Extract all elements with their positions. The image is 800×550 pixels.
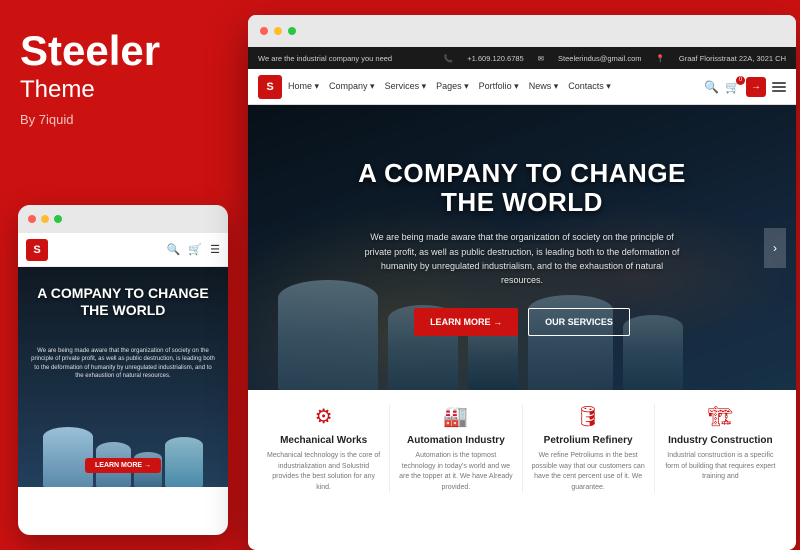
info-tagline: We are the industrial company you need: [258, 54, 428, 63]
mobile-cart-icon: 🛒: [188, 243, 202, 256]
mobile-search-icon: 🔍: [167, 243, 181, 256]
nav-pages[interactable]: Pages ▾: [436, 81, 469, 92]
dot-green: [54, 215, 62, 223]
brand-subtitle: Theme: [20, 76, 220, 104]
nav-home[interactable]: Home ▾: [288, 81, 319, 92]
nav-news[interactable]: News ▾: [529, 81, 559, 92]
address: Graaf Florisstraat 22A, 3021 CH: [679, 54, 786, 63]
left-panel: Steeler Theme By 7iquid S 🔍 🛒 ☰: [0, 0, 240, 550]
construction-desc: Industrial construction is a specific fo…: [663, 451, 778, 483]
email-address: Steelerindus@gmail.com: [558, 54, 641, 63]
automation-desc: Automation is the topmost technology in …: [398, 451, 513, 493]
construction-title: Industry Construction: [663, 435, 778, 446]
hero-content: A COMPANY TO CHANGETHE WORLD We are bein…: [248, 105, 796, 390]
mobile-hero: A COMPANY TO CHANGE THE WORLD We are bei…: [18, 267, 228, 487]
hamburger-menu[interactable]: [772, 82, 786, 92]
petrolium-icon: 🛢: [531, 404, 646, 429]
petrolium-title: Petrolium Refinery: [531, 435, 646, 446]
tank-med2: [165, 437, 203, 487]
brand-by: By 7iquid: [20, 112, 220, 127]
nav-services[interactable]: Services ▾: [385, 81, 427, 92]
nav-portfolio[interactable]: Portfolio ▾: [479, 81, 519, 92]
browser-dot-green: [288, 27, 296, 35]
mobile-nav-icons: 🔍 🛒 ☰: [167, 243, 220, 256]
nav-company[interactable]: Company ▾: [329, 81, 375, 92]
tank-large: [43, 427, 93, 487]
browser-dot-red: [260, 27, 268, 35]
nav-contacts[interactable]: Contacts ▾: [568, 81, 611, 92]
site-nav: S Home ▾ Company ▾ Services ▾ Pages ▾ Po…: [248, 69, 796, 105]
feature-construction: 🏗 Industry Construction Industrial const…: [655, 404, 786, 493]
nav-arrow-button[interactable]: →: [746, 77, 766, 97]
cart-container: 🛒 0: [725, 80, 740, 94]
feature-mechanical: ⚙ Mechanical Works Mechanical technology…: [258, 404, 390, 493]
info-bar: We are the industrial company you need 📞…: [248, 47, 796, 69]
mechanical-title: Mechanical Works: [266, 435, 381, 446]
browser-window: We are the industrial company you need 📞…: [248, 15, 796, 550]
mechanical-desc: Mechanical technology is the core of ind…: [266, 451, 381, 493]
search-icon[interactable]: 🔍: [704, 80, 719, 94]
location-icon: 📍: [656, 54, 665, 63]
hero-section: A COMPANY TO CHANGETHE WORLD We are bein…: [248, 105, 796, 390]
phone-icon: 📞: [444, 54, 453, 63]
features-section: ⚙ Mechanical Works Mechanical technology…: [248, 390, 796, 493]
ham-line-2: [772, 86, 786, 88]
hero-body-text: We are being made aware that the organiz…: [362, 230, 682, 288]
nav-icons: 🔍 🛒 0 →: [704, 77, 786, 97]
phone-number: +1.609.120.6785: [467, 54, 524, 63]
feature-petrolium: 🛢 Petrolium Refinery We refine Petrolium…: [523, 404, 655, 493]
mobile-hero-body: We are being made aware that the organiz…: [18, 347, 228, 381]
hero-buttons: LEARN MORE → OUR SERVICES: [414, 308, 630, 336]
dot-yellow: [41, 215, 49, 223]
email-icon: ✉: [538, 54, 544, 63]
automation-title: Automation Industry: [398, 435, 513, 446]
ham-line-3: [772, 90, 786, 92]
browser-titlebar: [248, 15, 796, 47]
site-logo: S: [258, 75, 282, 99]
dot-red: [28, 215, 36, 223]
browser-dot-yellow: [274, 27, 282, 35]
petrolium-desc: We refine Petroliums in the best possibl…: [531, 451, 646, 493]
mobile-learn-more-button[interactable]: LEARN MORE →: [85, 458, 161, 473]
mechanical-icon: ⚙: [266, 404, 381, 429]
mobile-titlebar: [18, 205, 228, 233]
mobile-hero-title: A COMPANY TO CHANGE THE WORLD: [18, 285, 228, 319]
brand-title: Steeler: [20, 30, 220, 72]
feature-automation: 🏭 Automation Industry Automation is the …: [390, 404, 522, 493]
learn-more-button[interactable]: LEARN MORE →: [414, 308, 518, 336]
hero-next-arrow[interactable]: ›: [764, 228, 786, 268]
mobile-logo: S: [26, 239, 48, 261]
hero-title: A COMPANY TO CHANGETHE WORLD: [358, 159, 686, 216]
automation-icon: 🏭: [398, 404, 513, 429]
nav-links[interactable]: Home ▾ Company ▾ Services ▾ Pages ▾ Port…: [288, 81, 698, 92]
mobile-preview-card: S 🔍 🛒 ☰ A COMPANY TO CHANGE THE WORLD We…: [18, 205, 228, 535]
construction-icon: 🏗: [663, 404, 778, 429]
cart-badge: 0: [736, 76, 745, 85]
ham-line-1: [772, 82, 786, 84]
info-bar-right: 📞 +1.609.120.6785 ✉ Steelerindus@gmail.c…: [444, 54, 786, 63]
mobile-menu-icon: ☰: [210, 243, 220, 256]
our-services-button[interactable]: OUR SERVICES: [528, 308, 630, 336]
mobile-nav: S 🔍 🛒 ☰: [18, 233, 228, 267]
